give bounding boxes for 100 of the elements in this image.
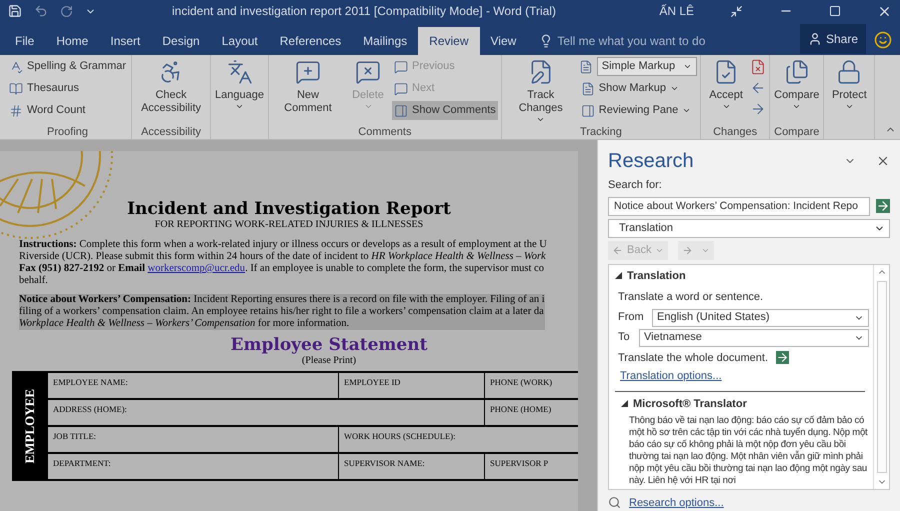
ribbon-tab[interactable]: Home: [45, 27, 100, 55]
group-label: Proofing: [46, 125, 90, 139]
markup-icon: [578, 60, 593, 74]
ribbon-button[interactable]: Check Accessibility: [135, 55, 208, 115]
form-label: PHONE (WORK): [484, 373, 578, 398]
from-dropdown[interactable]: English (United States): [652, 308, 869, 326]
ribbon-small-button[interactable]: Show Comments: [392, 101, 498, 120]
user-name: ẤN LÊ: [659, 3, 694, 20]
counter-icon: [9, 104, 23, 118]
search-label: Search for:: [608, 178, 663, 193]
form-label: PHONE (HOME): [484, 400, 578, 425]
notice-paragraph: Notice about Workers’ Compensation: Incident Reporting ensures there is a record on file with the employer. Filing of an i filing of a workers’ compensation claim. An employee retains his/her right to file a workers’ compensation claim at a later da Workplace Health & Wellness – Workers’ Compensation for more information.: [19, 294, 545, 330]
close-icon[interactable]: [876, 154, 890, 168]
instructions-paragraph: Instructions: Complete this form when a work-related injury or illness occurs or develops as a result of employment at the U Riverside (UCR). Please submit this form within 24 hours of the date of incident to HR Workplace Health & Wellness – Work Fax (951) 827-2192 or Email workerscomp@ucr.edu. If an employee is unable to complete the form, the supervisor must co behalf.: [19, 239, 547, 287]
delete-comment-icon: [355, 59, 381, 85]
undo-icon[interactable]: [34, 4, 48, 18]
from-label: From: [618, 310, 645, 326]
to-label: To: [618, 330, 631, 346]
section-title: Employee Statement: [230, 335, 428, 355]
document-icon: [580, 82, 595, 96]
translator-heading: Microsoft® Translator: [633, 396, 747, 412]
share-button[interactable]: Share: [800, 24, 866, 54]
section-note: (Please Print): [302, 355, 356, 367]
group-label: Changes: [712, 125, 758, 139]
form-label: WORK HOURS (SCHEDULE):: [338, 427, 578, 452]
person-icon: [808, 32, 822, 46]
ribbon-small-button[interactable]: Show Markup: [578, 79, 698, 98]
save-icon[interactable]: [8, 4, 22, 18]
document-title: Incident and Investigation Report: [127, 199, 451, 219]
ribbon-small-button[interactable]: Word Count: [7, 101, 128, 120]
smiley-icon[interactable]: [874, 31, 892, 49]
pane-title: Research: [608, 149, 694, 174]
translation-options-link[interactable]: Translation options...: [620, 368, 722, 384]
caret-icon: [536, 115, 546, 124]
caret-icon: [670, 84, 680, 93]
form-label: SUPERVISOR NAME:: [338, 454, 484, 479]
pane-icon: [580, 104, 595, 118]
caret-icon: [722, 102, 731, 111]
spell-check-icon: [9, 60, 23, 74]
window-title: incident and investigation report 2011 [Compatibility Mode] - Word (Trial): [172, 3, 556, 20]
document-subtitle: FOR REPORTING WORK-RELATED INJURIES & ILLNESSES: [154, 219, 424, 231]
maximize-icon[interactable]: [829, 5, 841, 17]
comment-icon: [394, 60, 408, 74]
translation-text: Thông báo về tai nạn lao động: báo cáo sự cố đảm bảo có một hồ sơ trên các tập tin với các nhà tuyển dụng. Nộp một báo cáo sự cố không phải là một nộp đơn yêu cầu bồi thường tai nạn lao động. Một nhân viên vẫn giữ mình phải nộp một yêu cầu bồi thường tai nạn lao động một ngày sau này. Liên hệ với HR tại nơi: [629, 415, 868, 487]
ribbon-tab[interactable]: References: [268, 27, 352, 55]
scrollbar[interactable]: [873, 264, 889, 488]
group-label: Accessibility: [140, 125, 202, 139]
email-link[interactable]: workerscomp@ucr.edu: [148, 263, 246, 274]
form-label: JOB TITLE:: [52, 430, 98, 443]
ribbon-button[interactable]: Compare: [773, 55, 820, 111]
search-field[interactable]: Notice about Workers’ Compensation: Incident Repo: [608, 196, 870, 216]
back-arrow-icon: [612, 244, 623, 256]
comment-icon: [394, 82, 408, 96]
lock-icon: [836, 59, 862, 85]
ribbon-tab[interactable]: Review: [418, 27, 480, 55]
forward-arrow-icon: [682, 244, 694, 256]
ribbon-display-icon[interactable]: [730, 4, 743, 18]
collapse-triangle-icon[interactable]: [615, 272, 622, 280]
group-label: Tracking: [579, 125, 623, 139]
research-options-icon: [608, 496, 621, 510]
ribbon-small-button[interactable]: Reviewing Pane: [578, 101, 698, 120]
tell-me-field[interactable]: Tell me what you want to do: [557, 32, 758, 50]
ribbon-small-button[interactable]: Thesaurus: [7, 79, 128, 98]
caret-icon: [683, 62, 692, 71]
ribbon-small-button[interactable]: Spelling & Grammar: [7, 57, 128, 76]
ribbon-tab[interactable]: View: [480, 27, 528, 55]
ribbon-button[interactable]: Language: [214, 55, 265, 111]
collapse-triangle-icon[interactable]: [621, 400, 628, 408]
form-label: ADDRESS (HOME):: [52, 403, 128, 416]
caret-icon: [792, 102, 802, 111]
form-label: DEPARTMENT:: [52, 457, 112, 470]
group-label: Comments: [357, 125, 412, 139]
ribbon-button[interactable]: Accept: [704, 55, 748, 111]
ribbon-button[interactable]: Track Changes: [504, 55, 577, 124]
ribbon-tab[interactable]: Design: [151, 27, 211, 55]
side-label: EMPLOYEE: [21, 388, 38, 464]
form-label: EMPLOYEE NAME:: [52, 376, 129, 389]
hint-text: Translate a word or sentence.: [618, 290, 764, 305]
research-options-link[interactable]: Research options...: [629, 494, 724, 511]
reject-icon[interactable]: [750, 59, 766, 75]
service-dropdown[interactable]: Translation: [608, 218, 890, 238]
ribbon-button[interactable]: New Comment: [272, 55, 344, 115]
form-label: EMPLOYEE ID: [338, 373, 484, 398]
new-comment-icon: [295, 59, 321, 85]
caret-icon: [235, 102, 244, 111]
ribbon-tab[interactable]: Insert: [99, 27, 152, 55]
ribbon-button[interactable]: Protect: [827, 55, 872, 111]
group-label: Compare: [773, 125, 820, 139]
ribbon-tab[interactable]: Mailings: [352, 27, 418, 55]
ribbon-tab[interactable]: File: [4, 27, 46, 55]
documents-icon: [784, 59, 810, 85]
caret-icon: [682, 106, 692, 115]
comments-pane-icon: [394, 104, 408, 118]
book-icon: [9, 82, 23, 96]
caret-icon: [364, 102, 372, 111]
ribbon-tab[interactable]: Layout: [210, 27, 269, 55]
whole-document-label: Translate the whole document.: [618, 350, 768, 366]
redo-icon[interactable]: [60, 4, 73, 18]
section-heading[interactable]: Translation: [627, 268, 686, 284]
to-dropdown[interactable]: Vietnamese: [639, 328, 869, 346]
